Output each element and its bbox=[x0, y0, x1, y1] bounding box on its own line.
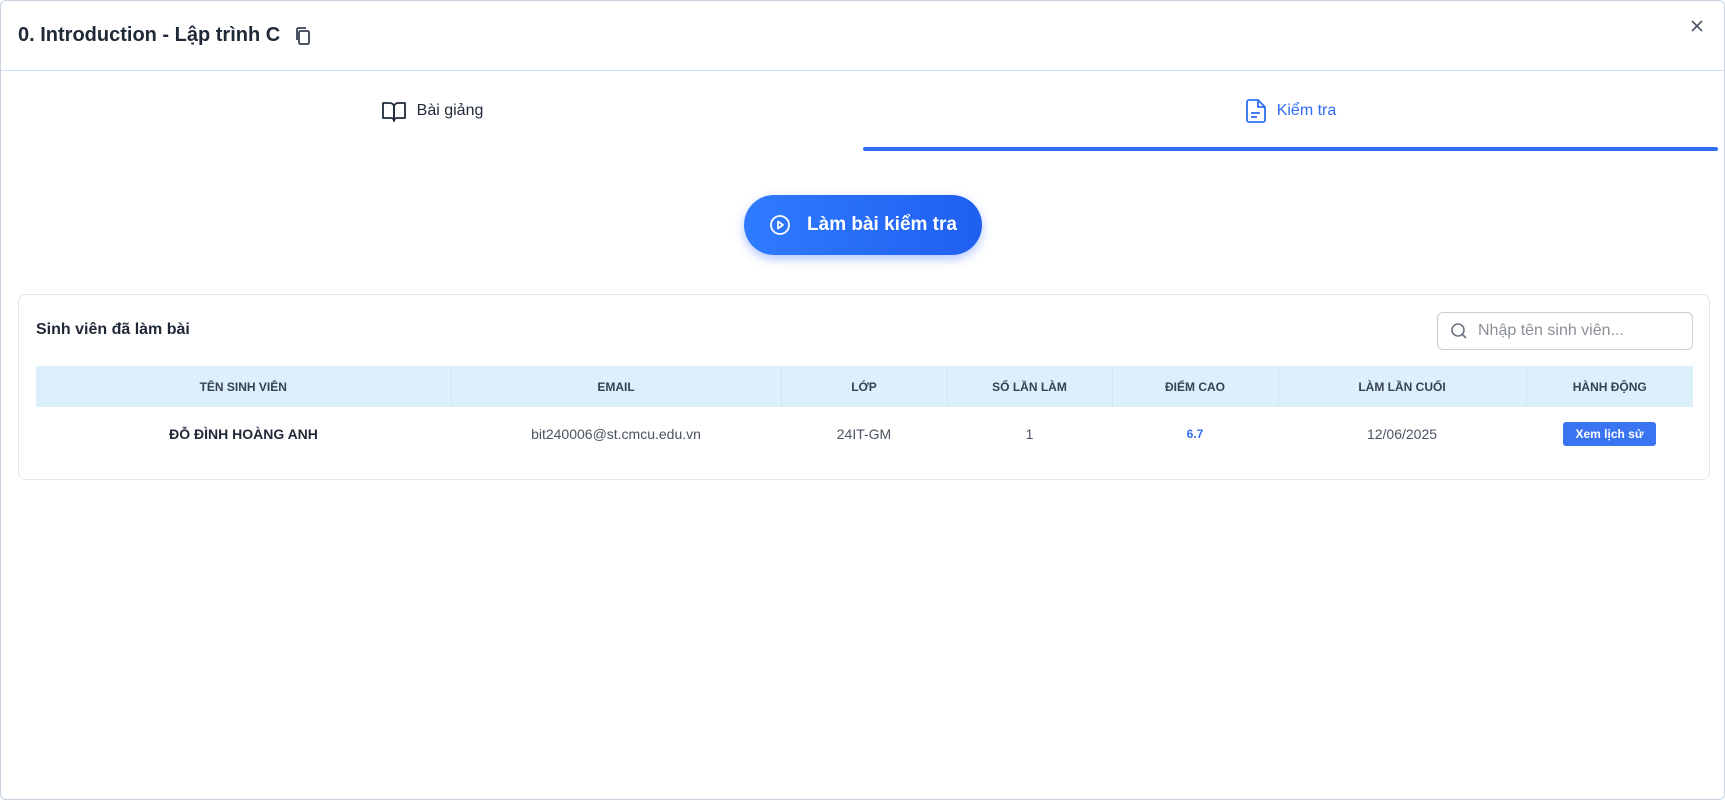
start-test-label: Làm bài kiểm tra bbox=[807, 214, 957, 235]
student-search[interactable] bbox=[1437, 312, 1693, 350]
card-title: Sinh viên đã làm bài bbox=[36, 321, 190, 338]
column-header[interactable]: SỐ LẦN LÀM bbox=[947, 366, 1113, 407]
high-score: 6.7 bbox=[1186, 427, 1204, 441]
search-input[interactable] bbox=[1478, 322, 1678, 340]
column-header[interactable]: TÊN SINH VIÊN bbox=[36, 366, 452, 407]
table-row: ĐỖ ĐÌNH HOÀNG ANH bit240006@st.cmcu.edu.… bbox=[36, 407, 1693, 461]
dialog-title: 0. Introduction - Lập trình C bbox=[18, 24, 281, 46]
quiz-dialog: 0. Introduction - Lập trình C Bài giảng bbox=[0, 0, 1725, 800]
play-circle-icon bbox=[770, 215, 790, 235]
book-open-icon bbox=[381, 102, 406, 122]
column-header[interactable]: LÀM LẦN CUỐI bbox=[1278, 366, 1527, 407]
action-cell: Xem lịch sử bbox=[1526, 407, 1693, 461]
attempt-count: 1 bbox=[1025, 426, 1034, 442]
column-header[interactable]: ĐIỂM CAO bbox=[1112, 366, 1279, 407]
submissions-card: Sinh viên đã làm bài TÊN SINH VIÊN EMAIL… bbox=[18, 294, 1710, 480]
dialog-header: 0. Introduction - Lập trình C bbox=[1, 1, 1724, 71]
tab-test[interactable]: Kiểm tra bbox=[863, 71, 1718, 151]
active-tab-indicator bbox=[863, 147, 1718, 151]
tab-lecture[interactable]: Bài giảng bbox=[1, 71, 863, 151]
search-icon bbox=[1451, 323, 1467, 339]
column-header: HÀNH ĐỘNG bbox=[1572, 379, 1647, 394]
last-attempt-date: 12/06/2025 bbox=[1366, 426, 1438, 442]
student-class: 24IT-GM bbox=[836, 426, 892, 442]
student-name: ĐỖ ĐÌNH HOÀNG ANH bbox=[169, 426, 318, 442]
tab-lecture-label: Bài giảng bbox=[416, 102, 484, 119]
start-test-button[interactable]: Làm bài kiểm tra bbox=[744, 195, 982, 255]
copy-icon[interactable] bbox=[292, 25, 314, 47]
tab-bar: Bài giảng Kiểm tra bbox=[1, 71, 1724, 151]
column-header[interactable]: LỚP bbox=[781, 366, 948, 407]
column-header[interactable]: EMAIL bbox=[451, 366, 782, 407]
submissions-table: TÊN SINH VIÊN EMAIL LỚP SỐ LẦN LÀM ĐIỂM … bbox=[36, 366, 1693, 461]
student-email: bit240006@st.cmcu.edu.vn bbox=[531, 426, 701, 442]
table-header-row: TÊN SINH VIÊN EMAIL LỚP SỐ LẦN LÀM ĐIỂM … bbox=[36, 366, 1693, 407]
file-text-icon bbox=[1245, 99, 1266, 123]
tab-test-label: Kiểm tra bbox=[1276, 102, 1337, 119]
close-icon[interactable] bbox=[1686, 15, 1708, 37]
view-history-button[interactable]: Xem lịch sử bbox=[1563, 422, 1656, 446]
